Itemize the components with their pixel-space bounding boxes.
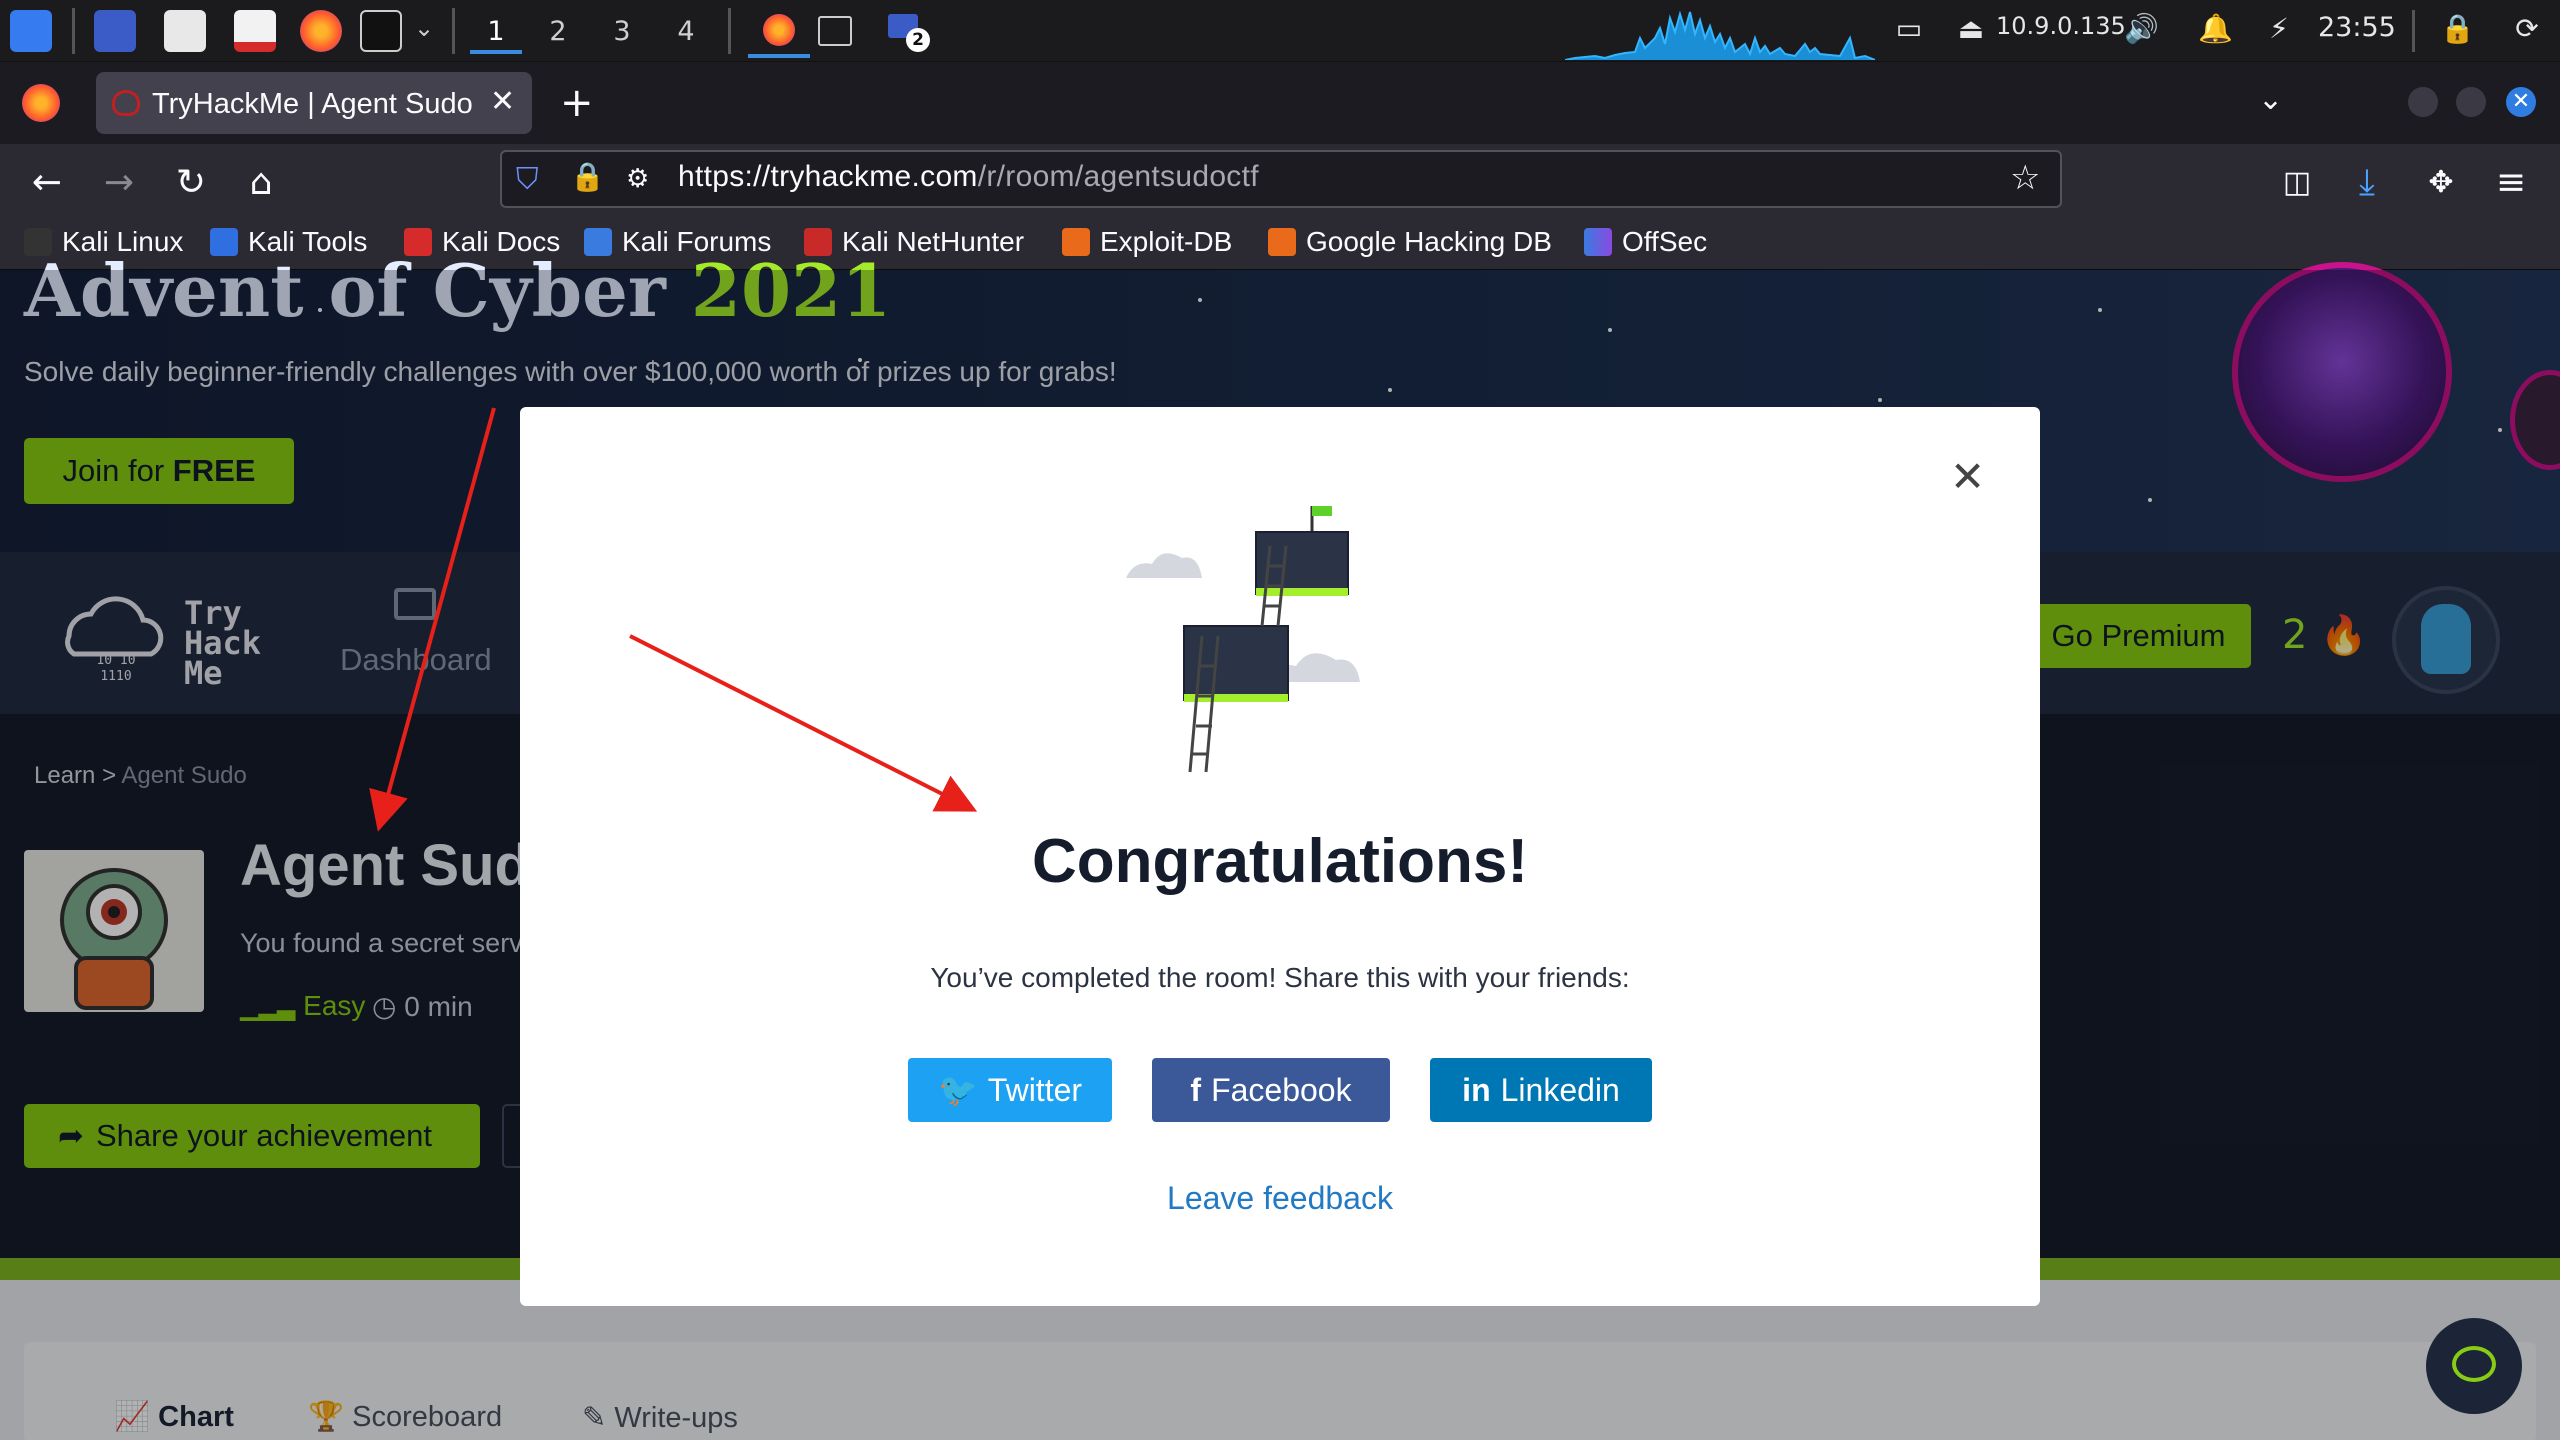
site-permissions-icon[interactable]: ⚙ xyxy=(626,164,649,194)
app-menu-hamburger-icon[interactable]: ≡ xyxy=(2486,158,2536,208)
taskbar-separator xyxy=(728,8,731,54)
volume-icon[interactable]: 🔊 xyxy=(2124,12,2159,46)
window-count-badge: 2 xyxy=(906,28,930,52)
back-arrow-icon[interactable]: ← xyxy=(22,158,72,208)
file-manager-icon[interactable] xyxy=(164,10,206,52)
terminal-launcher-icon[interactable] xyxy=(360,10,402,52)
reload-icon[interactable]: ↻ xyxy=(166,158,216,208)
taskbar-separator xyxy=(72,8,75,54)
firefox-launcher-icon[interactable] xyxy=(300,10,342,52)
firefox-icon xyxy=(763,14,795,46)
bookmark-google-hacking-db[interactable]: Google Hacking DB xyxy=(1268,226,1552,258)
task-firefox[interactable] xyxy=(748,6,810,58)
task-group[interactable]: 2 xyxy=(888,14,930,52)
linkedin-in-icon: in xyxy=(1462,1072,1491,1108)
task-terminal-icon[interactable] xyxy=(818,16,852,46)
tryhackme-favicon-icon xyxy=(112,90,140,116)
tab-title: TryHackMe | Agent Sudo xyxy=(152,88,473,120)
logout-icon[interactable]: ⟳ xyxy=(2510,12,2544,46)
forward-arrow-icon[interactable]: → xyxy=(94,158,144,208)
facebook-label: Facebook xyxy=(1211,1072,1352,1108)
tab-close-icon[interactable]: ✕ xyxy=(490,84,515,119)
share-facebook-button[interactable]: f Facebook xyxy=(1152,1058,1390,1122)
system-taskbar: ⌄ 1 2 3 4 2 ▭ ⏏ 10.9.0.135 🔊 🔔 ⚡ 23:55 🔒… xyxy=(0,0,2560,62)
offsec-icon xyxy=(1584,228,1612,256)
lock-screen-icon[interactable]: 🔒 xyxy=(2440,12,2475,46)
window-close-button[interactable]: ✕ xyxy=(2506,87,2536,117)
bookmark-exploit-db[interactable]: Exploit-DB xyxy=(1062,226,1232,258)
list-all-tabs-chevron-icon[interactable]: ⌄ xyxy=(2258,82,2283,117)
chat-bubble-icon xyxy=(2452,1346,2496,1382)
bookmark-star-icon[interactable]: ☆ xyxy=(2010,158,2040,198)
taskbar-separator xyxy=(2412,10,2415,52)
launcher-dropdown-icon[interactable]: ⌄ xyxy=(414,14,434,42)
workspace-3[interactable]: 3 xyxy=(596,10,648,54)
workspace-4[interactable]: 4 xyxy=(660,10,712,54)
url-path: /r/room/agentsudoctf xyxy=(977,160,1259,193)
workspace-2[interactable]: 2 xyxy=(532,10,584,54)
facebook-f-icon: f xyxy=(1190,1072,1202,1108)
url-text[interactable]: https://tryhackme.com/r/room/agentsudoct… xyxy=(678,160,1259,194)
extensions-icon[interactable]: ✥ xyxy=(2416,158,2466,208)
twitter-label: Twitter xyxy=(987,1072,1083,1108)
modal-subtitle: You’ve completed the room! Share this wi… xyxy=(930,962,1630,993)
tracking-protection-shield-icon[interactable]: ⛉ xyxy=(516,162,539,197)
power-manager-icon[interactable]: ⚡ xyxy=(2262,12,2296,46)
workspace-1[interactable]: 1 xyxy=(470,10,522,54)
firefox-view-icon[interactable] xyxy=(22,84,60,122)
network-monitor-graph xyxy=(1565,10,1875,60)
share-linkedin-button[interactable]: in Linkedin xyxy=(1430,1058,1652,1122)
downloads-icon[interactable]: ⤓ xyxy=(2342,158,2392,208)
home-icon[interactable]: ⌂ xyxy=(236,158,286,208)
modal-title: Congratulations! xyxy=(1032,827,1528,896)
text-editor-icon[interactable] xyxy=(234,10,276,52)
padlock-icon[interactable]: 🔒 xyxy=(570,160,605,193)
floating-islands-illustration xyxy=(1126,506,1360,773)
window-minimize-button[interactable] xyxy=(2408,87,2438,117)
modal-close-icon[interactable]: ✕ xyxy=(1950,452,1985,501)
share-twitter-button[interactable]: 🐦 Twitter xyxy=(908,1058,1112,1122)
new-tab-button[interactable]: + xyxy=(560,80,594,126)
pocket-icon[interactable]: ◫ xyxy=(2272,158,2322,208)
bookmark-label: OffSec xyxy=(1622,226,1708,257)
ghdb-icon xyxy=(1268,228,1296,256)
window-maximize-button[interactable] xyxy=(2456,87,2486,117)
chat-support-button[interactable] xyxy=(2426,1318,2522,1414)
clock: 23:55 xyxy=(2318,12,2396,43)
notifications-bell-icon[interactable]: 🔔 xyxy=(2198,12,2233,46)
leave-feedback-link[interactable]: Leave feedback xyxy=(520,1180,2040,1217)
taskbar-separator xyxy=(452,8,455,54)
ip-address: 10.9.0.135 xyxy=(1996,12,2126,40)
twitter-bird-icon: 🐦 xyxy=(937,1072,978,1108)
display-icon[interactable]: ▭ xyxy=(1892,12,1926,46)
vpn-user-icon[interactable]: ⏏ xyxy=(1954,12,1988,46)
url-domain: https://tryhackme.com xyxy=(678,160,978,193)
exploit-db-icon xyxy=(1062,228,1090,256)
bookmark-label: Google Hacking DB xyxy=(1306,226,1552,257)
bookmark-offsec[interactable]: OffSec xyxy=(1584,226,1707,258)
linkedin-label: Linkedin xyxy=(1500,1072,1620,1108)
show-desktop-icon[interactable] xyxy=(94,10,136,52)
bookmark-label: Exploit-DB xyxy=(1100,226,1233,257)
kali-menu-icon[interactable] xyxy=(10,10,52,52)
